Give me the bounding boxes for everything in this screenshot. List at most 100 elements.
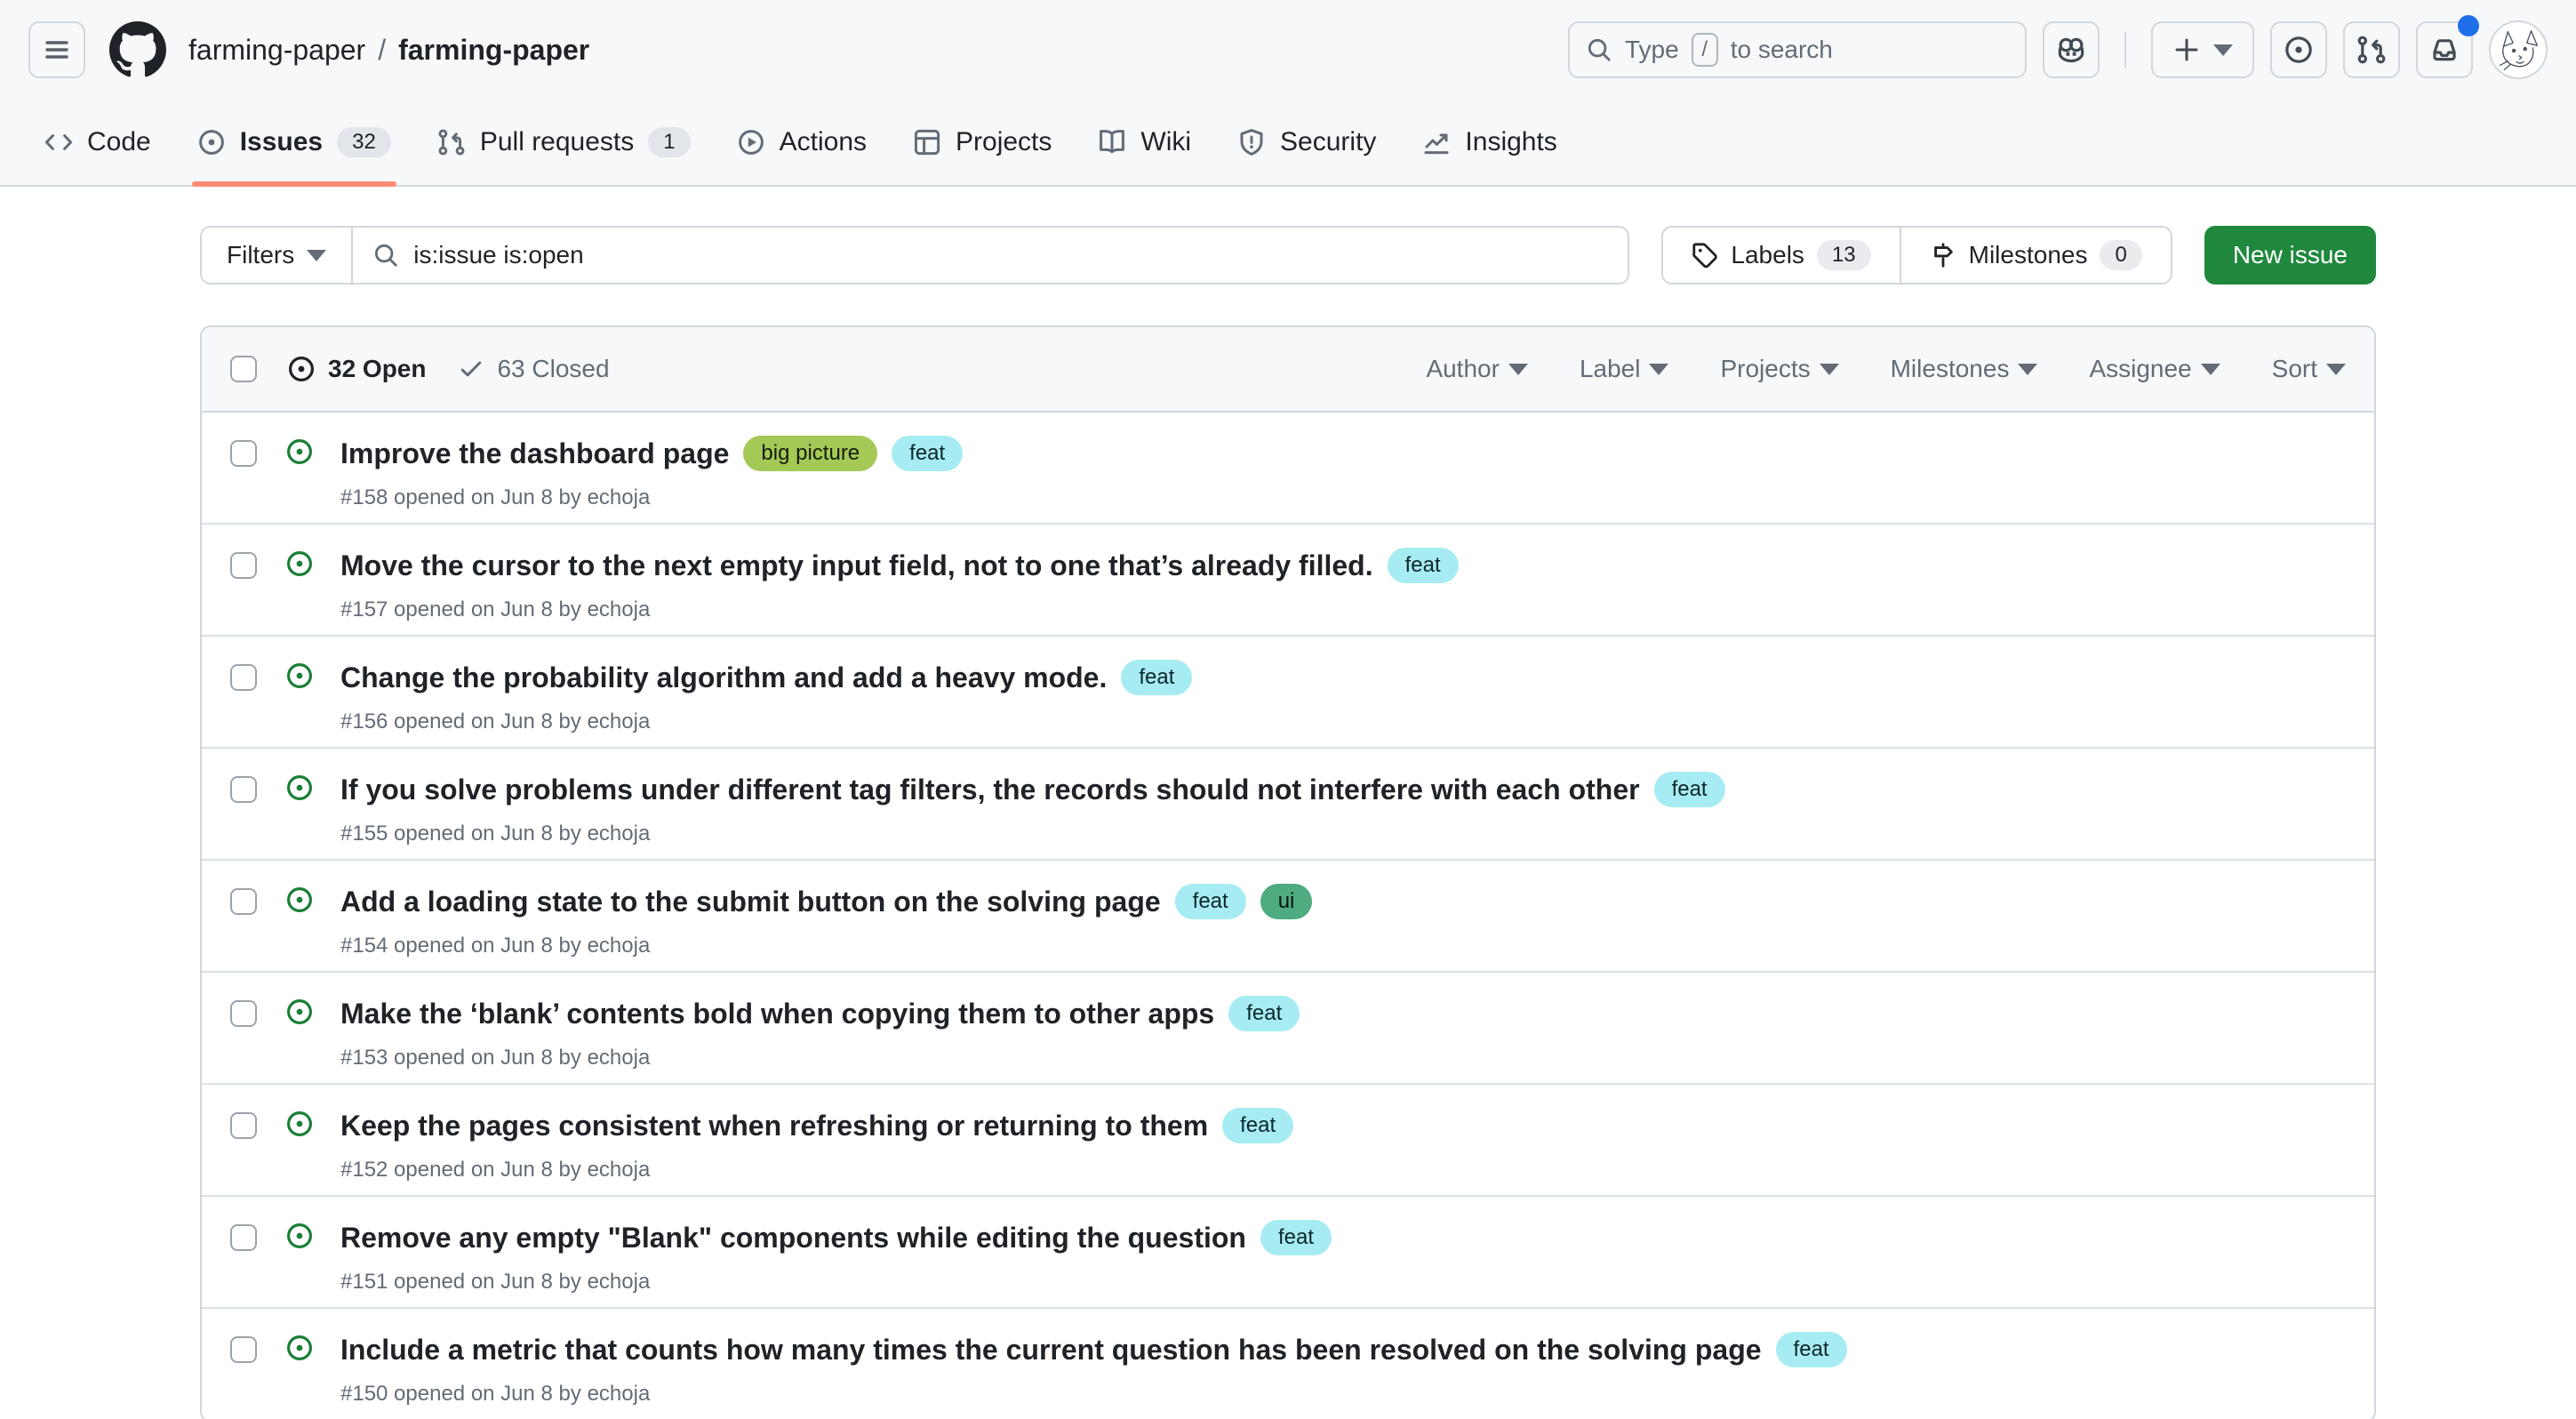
issue-checkbox[interactable] bbox=[230, 552, 257, 579]
issue-search-input[interactable] bbox=[413, 228, 1608, 283]
issue-title-link[interactable]: If you solve problems under different ta… bbox=[340, 773, 1640, 806]
issue-title-link[interactable]: Improve the dashboard page bbox=[340, 437, 729, 470]
issue-row: Add a loading state to the submit button… bbox=[202, 861, 2374, 973]
assignee-dropdown[interactable]: Assignee bbox=[2089, 355, 2220, 383]
issue-title-link[interactable]: Move the cursor to the next empty input … bbox=[340, 549, 1373, 582]
filters-button-label: Filters bbox=[227, 241, 294, 269]
breadcrumb-separator: / bbox=[378, 34, 386, 67]
tab-wiki[interactable]: Wiki bbox=[1080, 100, 1209, 185]
issue-title-link[interactable]: Change the probability algorithm and add… bbox=[340, 661, 1107, 694]
closed-count-label: 63 Closed bbox=[497, 355, 609, 383]
select-all-checkbox[interactable] bbox=[230, 356, 257, 382]
create-new-button[interactable] bbox=[2151, 21, 2254, 78]
tab-code[interactable]: Code bbox=[27, 100, 169, 185]
issue-checkbox[interactable] bbox=[230, 888, 257, 915]
labels-button[interactable]: Labels 13 bbox=[1663, 228, 1899, 283]
play-icon bbox=[737, 128, 765, 156]
filters-dropdown-button[interactable]: Filters bbox=[202, 228, 353, 283]
issue-title-link[interactable]: Remove any empty "Blank" components whil… bbox=[340, 1221, 1246, 1255]
open-closed-toggle: 32 Open 63 Closed bbox=[287, 355, 610, 383]
shield-icon bbox=[1237, 128, 1266, 156]
tab-projects[interactable]: Projects bbox=[895, 100, 1069, 185]
issue-row: Make the ‘blank’ contents bold when copy… bbox=[202, 973, 2374, 1085]
tab-pull-requests[interactable]: Pull requests 1 bbox=[420, 100, 708, 185]
triangle-down-icon bbox=[2326, 364, 2346, 375]
projects-dropdown[interactable]: Projects bbox=[1720, 355, 1838, 383]
author-dropdown[interactable]: Author bbox=[1426, 355, 1528, 383]
milestones-button[interactable]: Milestones 0 bbox=[1900, 228, 2171, 283]
new-issue-button[interactable]: New issue bbox=[2204, 226, 2376, 285]
issue-label[interactable]: feat bbox=[1175, 884, 1246, 919]
issue-checkbox[interactable] bbox=[230, 776, 257, 803]
issue-checkbox[interactable] bbox=[230, 1000, 257, 1027]
issue-label[interactable]: feat bbox=[1388, 548, 1459, 583]
open-count-label: 32 Open bbox=[328, 355, 426, 383]
open-issues-toggle[interactable]: 32 Open bbox=[287, 355, 426, 383]
hamburger-menu-button[interactable] bbox=[28, 21, 85, 78]
issue-label[interactable]: feat bbox=[1776, 1332, 1847, 1367]
triangle-down-icon bbox=[307, 250, 326, 261]
labels-button-label: Labels bbox=[1731, 241, 1804, 269]
tab-issues[interactable]: Issues 32 bbox=[180, 100, 409, 185]
github-logo-icon[interactable] bbox=[108, 20, 167, 79]
notification-dot bbox=[2458, 15, 2479, 36]
code-icon bbox=[44, 128, 73, 156]
issue-title-link[interactable]: Add a loading state to the submit button… bbox=[340, 885, 1161, 918]
search-icon bbox=[1586, 36, 1612, 63]
tab-actions[interactable]: Actions bbox=[719, 100, 884, 185]
issue-opened-icon bbox=[2284, 35, 2314, 65]
triangle-down-icon bbox=[2018, 364, 2037, 375]
tab-label: Pull requests bbox=[480, 127, 634, 157]
issue-title-link[interactable]: Make the ‘blank’ contents bold when copy… bbox=[340, 997, 1214, 1030]
list-filter-dropdowns: Author Label Projects Milestones Assigne… bbox=[1426, 355, 2346, 383]
issue-title-link[interactable]: Keep the pages consistent when refreshin… bbox=[340, 1109, 1208, 1142]
issue-checkbox[interactable] bbox=[230, 1336, 257, 1363]
inbox-button[interactable] bbox=[2416, 21, 2473, 78]
tab-label: Issues bbox=[240, 127, 323, 157]
issue-title-link[interactable]: Include a metric that counts how many ti… bbox=[340, 1333, 1762, 1367]
issue-checkbox[interactable] bbox=[230, 1224, 257, 1251]
breadcrumb: farming-paper / farming-paper bbox=[188, 34, 589, 67]
issue-label[interactable]: feat bbox=[1654, 772, 1725, 807]
open-issue-icon bbox=[285, 1334, 314, 1362]
issue-checkbox[interactable] bbox=[230, 440, 257, 467]
breadcrumb-repo-link[interactable]: farming-paper bbox=[398, 34, 589, 67]
issue-meta: #154 opened on Jun 8 by echoja bbox=[340, 934, 1312, 958]
check-icon bbox=[458, 356, 484, 382]
repo-tab-nav: Code Issues 32 Pull requests 1 Actions P… bbox=[0, 100, 2576, 187]
open-issue-icon bbox=[285, 886, 314, 914]
global-search-input[interactable]: Type / to search bbox=[1568, 21, 2027, 78]
slash-key-hint: / bbox=[1692, 33, 1718, 67]
labels-count-badge: 13 bbox=[1817, 240, 1871, 270]
issue-row: Improve the dashboard page big picture f… bbox=[202, 413, 2374, 525]
your-issues-button[interactable] bbox=[2270, 21, 2327, 78]
breadcrumb-owner-link[interactable]: farming-paper bbox=[188, 34, 365, 67]
sort-dropdown[interactable]: Sort bbox=[2272, 355, 2346, 383]
issue-checkbox[interactable] bbox=[230, 664, 257, 691]
open-issue-icon bbox=[285, 1222, 314, 1250]
issue-meta: #155 opened on Jun 8 by echoja bbox=[340, 822, 1725, 846]
search-placeholder-prefix: Type bbox=[1625, 36, 1679, 64]
issue-label[interactable]: big picture bbox=[743, 436, 877, 471]
closed-issues-toggle[interactable]: 63 Closed bbox=[458, 355, 609, 383]
issue-label[interactable]: feat bbox=[1228, 996, 1300, 1031]
issue-label[interactable]: feat bbox=[892, 436, 963, 471]
issue-label[interactable]: feat bbox=[1260, 1220, 1332, 1255]
avatar[interactable] bbox=[2489, 20, 2548, 79]
label-dropdown[interactable]: Label bbox=[1580, 355, 1669, 383]
copilot-button[interactable] bbox=[2043, 21, 2100, 78]
triangle-down-icon bbox=[1508, 364, 1528, 375]
issue-label[interactable]: ui bbox=[1260, 884, 1313, 919]
your-pull-requests-button[interactable] bbox=[2343, 21, 2400, 78]
triangle-down-icon bbox=[2213, 44, 2233, 56]
issue-meta: #150 opened on Jun 8 by echoja bbox=[340, 1382, 1847, 1407]
issues-page: Filters Labels 13 bbox=[200, 226, 2376, 1419]
tab-insights[interactable]: Insights bbox=[1404, 100, 1574, 185]
issue-label[interactable]: feat bbox=[1222, 1108, 1293, 1143]
tab-security[interactable]: Security bbox=[1220, 100, 1394, 185]
issue-row: Keep the pages consistent when refreshin… bbox=[202, 1085, 2374, 1197]
triangle-down-icon bbox=[2201, 364, 2220, 375]
milestones-dropdown[interactable]: Milestones bbox=[1891, 355, 2038, 383]
issue-label[interactable]: feat bbox=[1121, 660, 1192, 695]
issue-checkbox[interactable] bbox=[230, 1112, 257, 1139]
